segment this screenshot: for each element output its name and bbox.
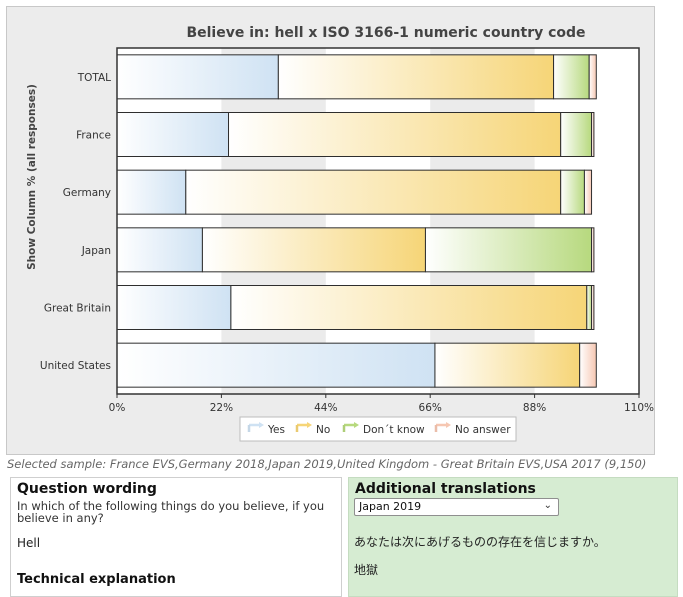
chart-title: Believe in: hell x ISO 3166-1 numeric co… — [186, 25, 585, 41]
category-label: Germany — [63, 187, 111, 199]
translated-question-text: あなたは次にあげるものの存在を信じますか。 — [354, 535, 606, 549]
x-tick-label: 88% — [523, 402, 546, 414]
translated-item: 地獄 — [354, 563, 379, 577]
question-item: Hell — [17, 536, 41, 550]
bar-don-t-know-total — [553, 54, 590, 100]
additional-translations-heading: Additional translations — [355, 481, 536, 497]
bar-don-t-know-germany — [560, 169, 585, 215]
bar-yes-france — [116, 112, 230, 157]
question-wording-panel: Question wording In which of the followi… — [10, 477, 342, 597]
x-tick-label: 110% — [624, 402, 654, 414]
bar-yes-united-states — [116, 342, 436, 388]
bar-no-germany — [185, 169, 562, 215]
legend-label: No — [316, 424, 330, 436]
x-tick-label: 0% — [109, 402, 126, 414]
bar-no-united-states — [434, 342, 581, 388]
category-label: France — [76, 130, 111, 142]
bar-yes-great-britain — [116, 285, 232, 330]
category-label: United States — [40, 360, 111, 372]
chart-svg: Believe in: hell x ISO 3166-1 numeric co… — [26, 25, 654, 442]
question-wording-heading: Question wording — [17, 481, 157, 497]
grid-band — [221, 48, 326, 394]
bar-no-answer-germany — [583, 169, 593, 215]
legend-label: Don´t know — [363, 424, 425, 436]
legend-label: Yes — [267, 424, 285, 436]
additional-translations-panel: Additional translations Japan 2019 ⌄ あなた… — [348, 477, 678, 597]
grid-band — [430, 48, 535, 394]
translation-language-value: Japan 2019 — [359, 500, 422, 513]
category-label: Great Britain — [44, 303, 111, 315]
bar-yes-total — [116, 54, 279, 100]
legend-label: No answer — [455, 424, 511, 436]
selected-sample-text: Selected sample: France EVS,Germany 2018… — [7, 457, 647, 471]
bar-yes-japan — [116, 227, 203, 273]
x-tick-label: 22% — [210, 402, 233, 414]
y-axis-label: Show Column % (all responses) — [26, 84, 38, 270]
technical-explanation-heading: Technical explanation — [17, 572, 176, 587]
bar-no-answer-total — [588, 54, 597, 100]
chart-panel: Believe in: hell x ISO 3166-1 numeric co… — [6, 6, 655, 455]
category-label: Japan — [81, 245, 111, 257]
question-text: In which of the following things do you … — [17, 499, 325, 525]
bar-don-t-know-great-britain — [586, 285, 593, 330]
bar-no-answer-france — [591, 112, 595, 157]
bar-no-france — [228, 112, 562, 157]
plot-area — [117, 48, 639, 394]
bar-no-answer-great-britain — [591, 285, 595, 330]
x-tick-label: 66% — [419, 402, 442, 414]
translation-language-select[interactable]: Japan 2019 ⌄ — [354, 498, 559, 516]
bar-no-answer-japan — [591, 227, 595, 273]
bar-don-t-know-japan — [424, 227, 593, 273]
bar-no-japan — [201, 227, 426, 273]
x-tick-label: 44% — [314, 402, 337, 414]
bar-yes-germany — [116, 169, 187, 215]
bar-no-answer-united-states — [579, 342, 597, 388]
chevron-down-icon: ⌄ — [543, 500, 552, 511]
bar-no-great-britain — [230, 285, 588, 330]
bar-don-t-know-france — [560, 112, 593, 157]
category-label: TOTAL — [77, 72, 111, 84]
bar-no-total — [277, 54, 555, 100]
